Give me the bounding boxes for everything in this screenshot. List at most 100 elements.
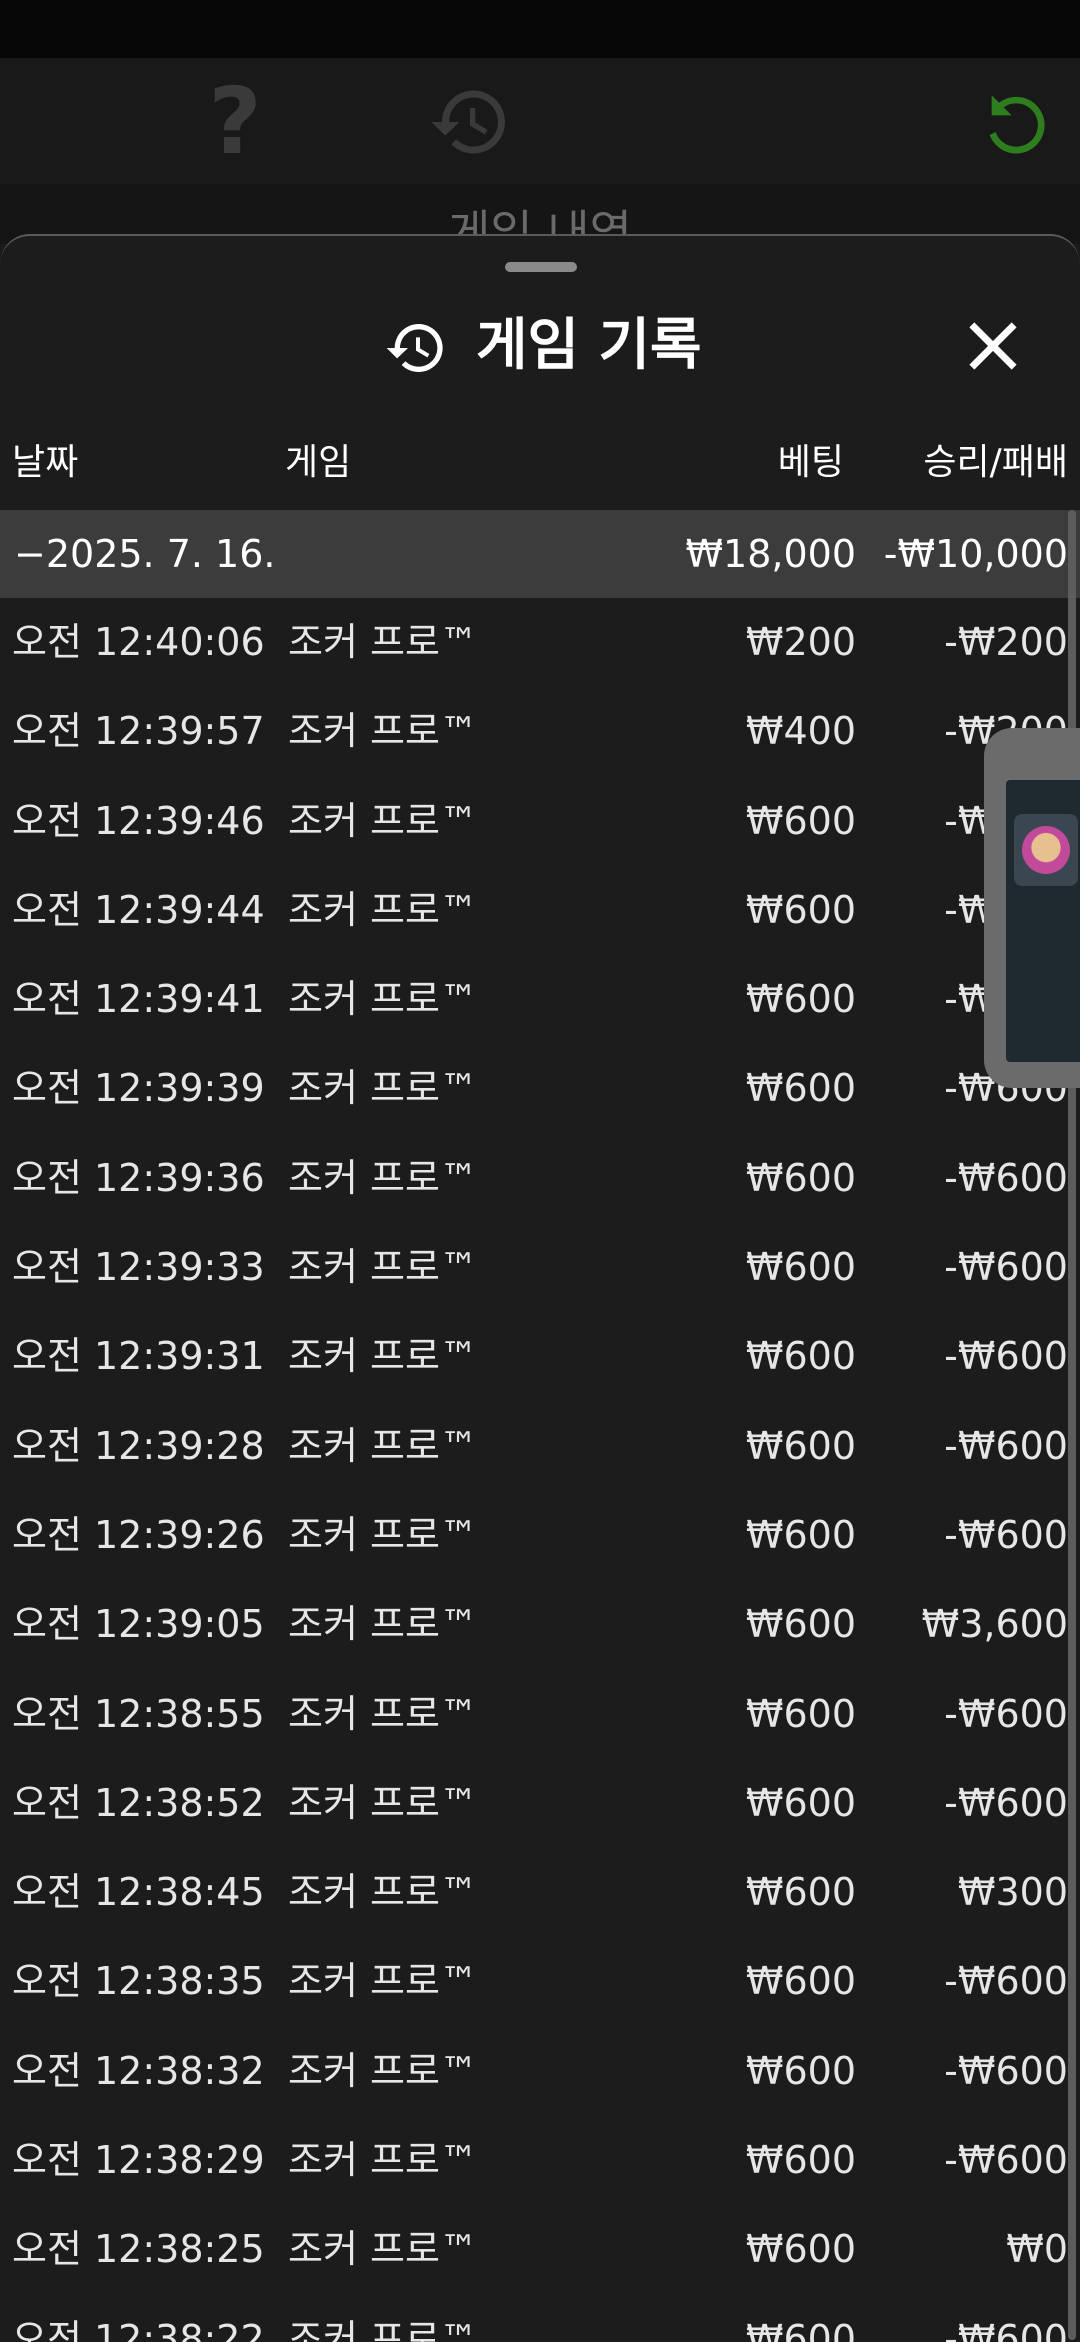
history-icon bbox=[384, 316, 448, 380]
help-icon[interactable]: ? bbox=[200, 76, 270, 168]
history-rows: 오전 12:40:06 조커 프로™ ₩200 -₩200 오전 12:39:57 조커 … bbox=[0, 598, 1080, 2342]
row-game: 조커 프로™ bbox=[288, 1155, 478, 1200]
row-result: -₩200 bbox=[944, 620, 1068, 664]
row-bet: ₩600 bbox=[745, 2227, 856, 2272]
row-bet: ₩600 bbox=[745, 977, 856, 1022]
row-bet: ₩600 bbox=[745, 1870, 856, 1915]
collapse-toggle[interactable]: − bbox=[14, 532, 46, 576]
row-time: 오전 12:39:33 bbox=[12, 1245, 265, 1290]
row-bet: ₩200 bbox=[745, 620, 856, 664]
row-result: -₩600 bbox=[944, 1423, 1068, 1468]
row-game: 조커 프로™ bbox=[288, 1334, 478, 1379]
table-row[interactable]: 오전 12:38:32 조커 프로™ ₩600 -₩600 bbox=[0, 2027, 1080, 2116]
row-time: 오전 12:38:52 bbox=[12, 1780, 265, 1825]
row-result: ₩300 bbox=[957, 1870, 1068, 1915]
column-header-win-loss[interactable]: 승리/패배 bbox=[923, 428, 1068, 498]
column-header-date[interactable]: 날짜 bbox=[12, 428, 78, 498]
sheet-title: 게임 기록 bbox=[476, 313, 702, 378]
row-bet: ₩600 bbox=[745, 1691, 856, 1736]
drag-handle[interactable] bbox=[505, 262, 577, 272]
row-game: 조커 프로™ bbox=[288, 2138, 478, 2183]
table-row[interactable]: 오전 12:38:55 조커 프로™ ₩600 -₩600 bbox=[0, 1670, 1080, 1759]
row-bet: ₩600 bbox=[745, 1334, 856, 1379]
row-time: 오전 12:39:31 bbox=[12, 1334, 265, 1379]
table-row[interactable]: 오전 12:39:36 조커 프로™ ₩600 -₩600 bbox=[0, 1134, 1080, 1223]
row-result: ₩0 bbox=[1006, 2227, 1068, 2272]
row-time: 오전 12:39:46 bbox=[12, 798, 265, 843]
game-history-sheet: 게임 기록 날짜 게임 베팅 승리/패배 −2025. 7. 16. ₩18,0… bbox=[0, 234, 1080, 2342]
row-time: 오전 12:38:55 bbox=[12, 1691, 265, 1736]
table-row[interactable]: 오전 12:40:06 조커 프로™ ₩200 -₩200 bbox=[0, 598, 1080, 687]
row-bet: ₩600 bbox=[745, 1602, 856, 1647]
table-row[interactable]: 오전 12:38:29 조커 프로™ ₩600 -₩600 bbox=[0, 2116, 1080, 2205]
row-time: 오전 12:39:36 bbox=[12, 1155, 265, 1200]
row-result: ₩3,600 bbox=[921, 1602, 1068, 1647]
row-game: 조커 프로™ bbox=[288, 977, 478, 1022]
row-result: -₩600 bbox=[944, 1155, 1068, 1200]
table-row[interactable]: 오전 12:38:22 조커 프로™ ₩600 -₩600 bbox=[0, 2295, 1080, 2342]
row-game: 조커 프로™ bbox=[288, 2048, 478, 2093]
row-game: 조커 프로™ bbox=[288, 887, 478, 932]
table-row[interactable]: 오전 12:39:31 조커 프로™ ₩600 -₩600 bbox=[0, 1312, 1080, 1401]
row-game: 조커 프로™ bbox=[288, 1691, 478, 1736]
row-bet: ₩600 bbox=[745, 887, 856, 932]
table-row[interactable]: 오전 12:38:45 조커 프로™ ₩600 ₩300 bbox=[0, 1848, 1080, 1937]
table-row[interactable]: 오전 12:39:44조커 프로™₩600-₩600 bbox=[0, 866, 1080, 955]
table-row[interactable]: 오전 12:39:26 조커 프로™ ₩600 -₩600 bbox=[0, 1491, 1080, 1580]
row-time: 오전 12:38:22 bbox=[12, 2316, 265, 2342]
row-bet: ₩600 bbox=[745, 2138, 856, 2183]
row-time: 오전 12:39:26 bbox=[12, 1512, 265, 1557]
column-header-bet[interactable]: 베팅 bbox=[778, 428, 844, 498]
row-game: 조커 프로™ bbox=[288, 620, 478, 664]
row-bet: ₩600 bbox=[745, 1155, 856, 1200]
overlay-preview bbox=[1006, 780, 1080, 1062]
row-result: -₩600 bbox=[944, 1691, 1068, 1736]
floating-overlay-panel[interactable] bbox=[984, 728, 1080, 1088]
row-time: 오전 12:39:39 bbox=[12, 1066, 265, 1111]
row-bet: ₩600 bbox=[745, 1423, 856, 1468]
row-time: 오전 12:38:45 bbox=[12, 1870, 265, 1915]
background-toolbar bbox=[0, 58, 1080, 184]
row-time: 오전 12:39:05 bbox=[12, 1602, 265, 1647]
row-result: -₩600 bbox=[944, 1780, 1068, 1825]
row-time: 오전 12:38:25 bbox=[12, 2227, 265, 2272]
row-game: 조커 프로™ bbox=[288, 1602, 478, 1647]
table-row[interactable]: 오전 12:38:35 조커 프로™ ₩600 -₩600 bbox=[0, 1937, 1080, 2026]
row-game: 조커 프로™ bbox=[288, 709, 478, 754]
table-row[interactable]: 오전 12:39:33 조커 프로™ ₩600 -₩600 bbox=[0, 1223, 1080, 1312]
group-date: −2025. 7. 16. bbox=[14, 532, 276, 576]
row-bet: ₩600 bbox=[745, 1780, 856, 1825]
row-bet: ₩600 bbox=[745, 798, 856, 843]
row-time: 오전 12:39:28 bbox=[12, 1423, 265, 1468]
avatar bbox=[1014, 814, 1078, 886]
row-bet: ₩600 bbox=[745, 1066, 856, 1111]
column-header-game[interactable]: 게임 bbox=[285, 428, 351, 498]
history-icon[interactable] bbox=[420, 80, 520, 164]
date-group-row[interactable]: −2025. 7. 16. ₩18,000 -₩10,000 bbox=[0, 510, 1080, 598]
table-row[interactable]: 오전 12:39:41조커 프로™₩600-₩600 bbox=[0, 955, 1080, 1044]
undo-icon[interactable] bbox=[970, 80, 1060, 164]
row-bet: ₩600 bbox=[745, 1512, 856, 1557]
row-game: 조커 프로™ bbox=[288, 1423, 478, 1468]
group-win-loss-total: -₩10,000 bbox=[883, 532, 1068, 576]
row-time: 오전 12:39:41 bbox=[12, 977, 265, 1022]
row-result: -₩600 bbox=[944, 2316, 1068, 2342]
row-result: -₩600 bbox=[944, 1959, 1068, 2004]
row-time: 오전 12:40:06 bbox=[12, 620, 265, 664]
table-row[interactable]: 오전 12:38:25 조커 프로™ ₩600 ₩0 bbox=[0, 2205, 1080, 2294]
table-row[interactable]: 오전 12:39:39 조커 프로™ ₩600 -₩600 bbox=[0, 1044, 1080, 1133]
table-row[interactable]: 오전 12:39:46조커 프로™₩600-₩600 bbox=[0, 777, 1080, 866]
row-result: -₩600 bbox=[944, 1245, 1068, 1290]
close-icon bbox=[969, 322, 1017, 370]
table-row[interactable]: 오전 12:38:52 조커 프로™ ₩600 -₩600 bbox=[0, 1759, 1080, 1848]
row-time: 오전 12:39:44 bbox=[12, 887, 265, 932]
sheet-header: 게임 기록 bbox=[0, 296, 1080, 396]
table-row[interactable]: 오전 12:39:05 조커 프로™ ₩600 ₩3,600 bbox=[0, 1580, 1080, 1669]
row-bet: ₩600 bbox=[745, 2048, 856, 2093]
row-result: -₩600 bbox=[944, 1512, 1068, 1557]
row-time: 오전 12:39:57 bbox=[12, 709, 265, 754]
table-row[interactable]: 오전 12:39:57조커 프로™₩400-₩200 bbox=[0, 687, 1080, 776]
table-row[interactable]: 오전 12:39:28 조커 프로™ ₩600 -₩600 bbox=[0, 1402, 1080, 1491]
row-game: 조커 프로™ bbox=[288, 1870, 478, 1915]
close-button[interactable] bbox=[958, 306, 1028, 386]
